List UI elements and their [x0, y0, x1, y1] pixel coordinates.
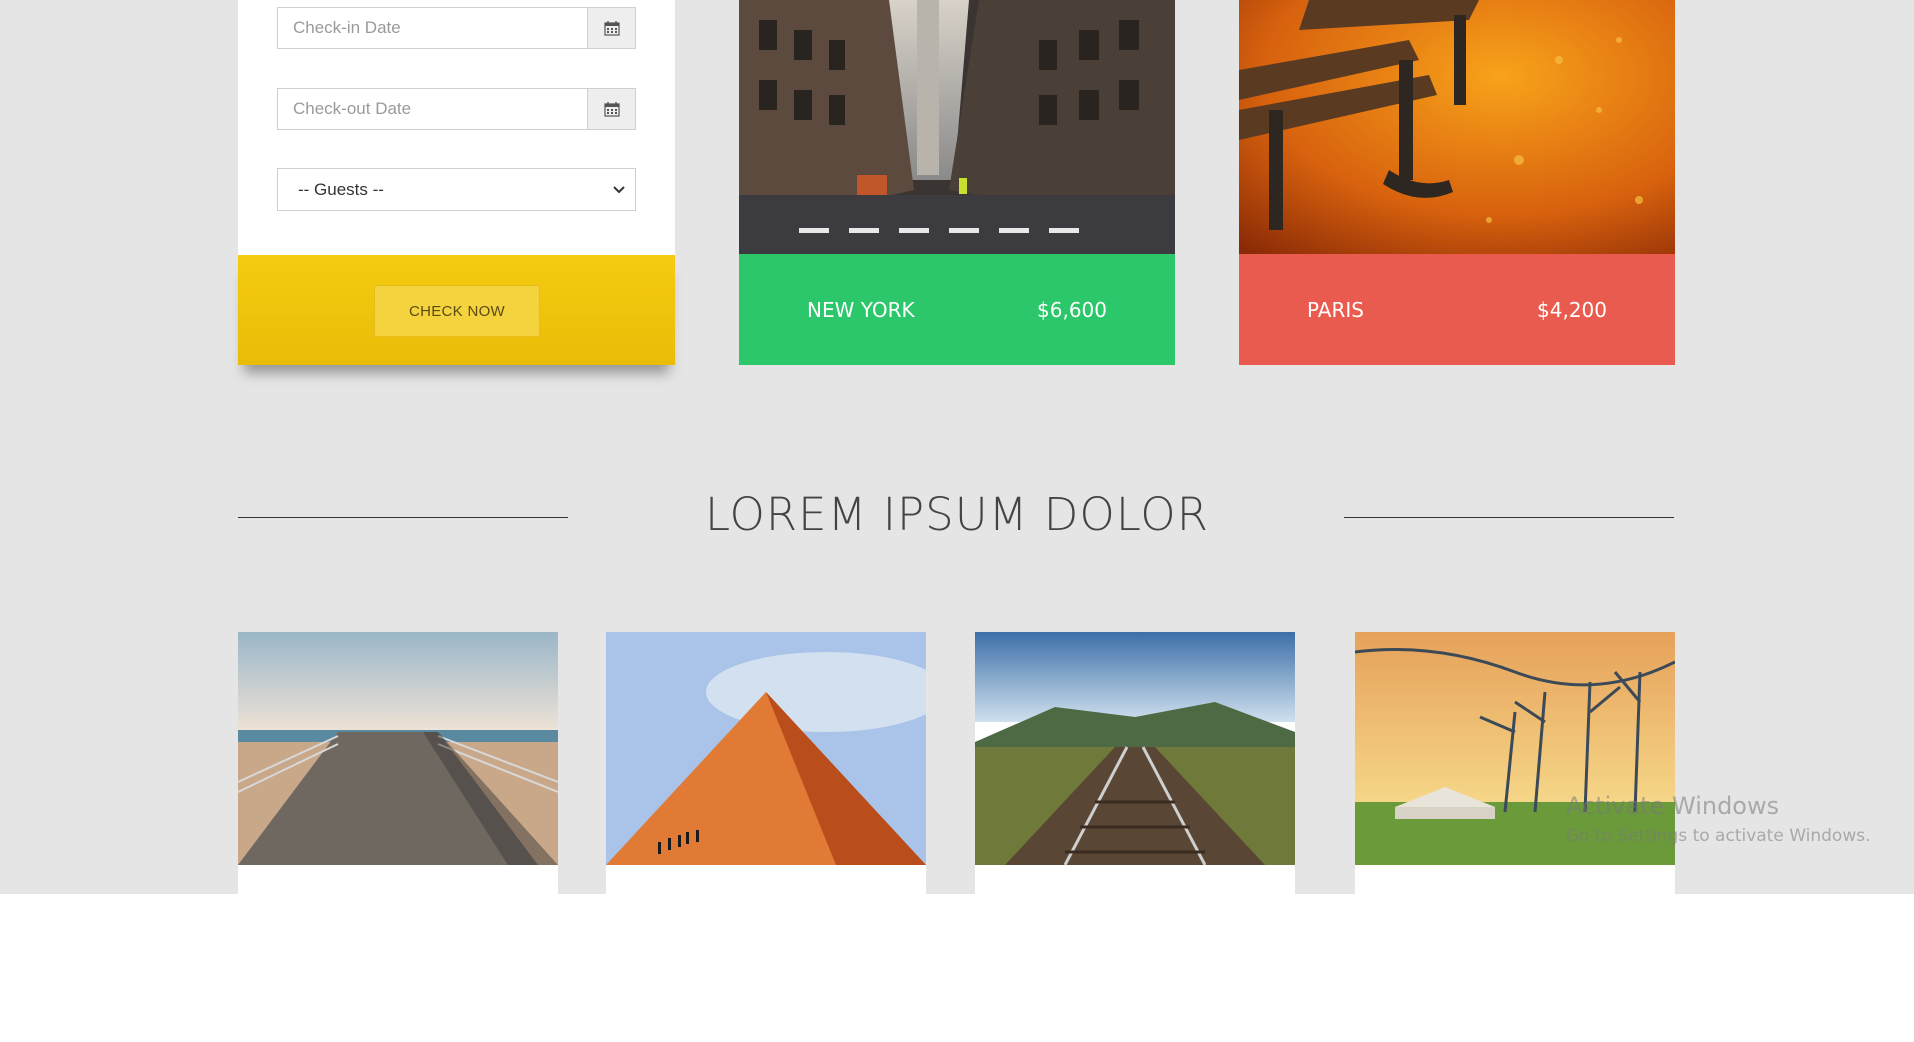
thumbnail-card-railway[interactable]	[975, 632, 1295, 894]
new-york-bar: NEW YORK $6,600	[739, 254, 1175, 365]
calendar-icon[interactable]	[587, 8, 635, 48]
destination-city: NEW YORK	[807, 298, 915, 322]
guests-select-value: -- Guests --	[298, 179, 384, 199]
section-divider-right	[1344, 517, 1674, 518]
checkout-date-group	[277, 88, 636, 130]
thumbnail-card-desert[interactable]	[606, 632, 926, 894]
thumbnail-card-orchard[interactable]	[1355, 632, 1675, 894]
watermark-title: Activate Windows	[1566, 792, 1780, 820]
booking-widget: -- Guests -- CHECK NOW	[238, 0, 675, 365]
section-title: LOREM IPSUM DOLOR	[705, 488, 1209, 541]
booking-form: -- Guests --	[238, 0, 675, 255]
destination-card-paris[interactable]: PARIS $4,200	[1239, 0, 1675, 365]
chevron-down-icon	[613, 185, 625, 194]
railway-image	[975, 632, 1295, 865]
destination-card-new-york[interactable]: NEW YORK $6,600	[739, 0, 1175, 365]
new-york-image	[739, 0, 1175, 254]
activation-watermark: Activate Windows Go to Settings to activ…	[1566, 792, 1871, 846]
check-now-button[interactable]: CHECK NOW	[374, 285, 540, 337]
paris-bar: PARIS $4,200	[1239, 254, 1675, 365]
paris-image	[1239, 0, 1675, 254]
destination-price: $4,200	[1537, 298, 1607, 322]
checkin-date-group	[277, 7, 636, 49]
thumbnail-card-pier[interactable]	[238, 632, 558, 894]
watermark-subtitle: Go to Settings to activate Windows.	[1566, 826, 1871, 846]
guests-select[interactable]: -- Guests --	[277, 168, 636, 211]
destination-city: PARIS	[1307, 298, 1364, 322]
pier-image	[238, 632, 558, 865]
checkin-date-input[interactable]	[278, 8, 587, 48]
destination-price: $6,600	[1037, 298, 1107, 322]
checkout-date-input[interactable]	[278, 89, 587, 129]
desert-image	[606, 632, 926, 865]
calendar-icon[interactable]	[587, 89, 635, 129]
booking-footer: CHECK NOW	[238, 255, 675, 365]
